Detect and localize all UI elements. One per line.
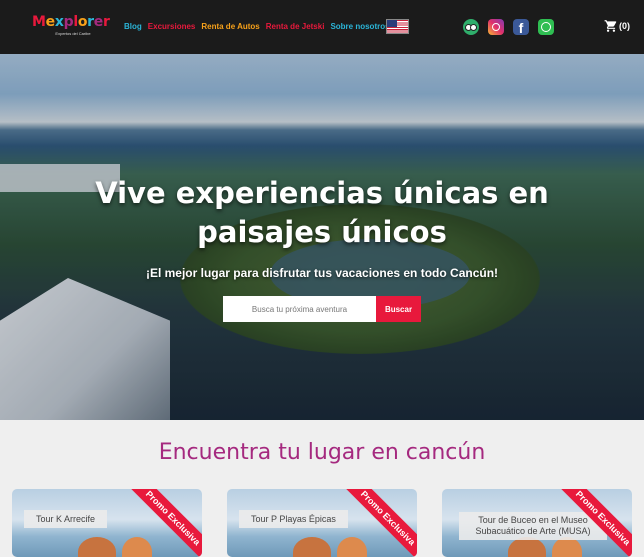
shopping-cart-icon	[604, 20, 617, 32]
nav-link-renta-jetski[interactable]: Renta de Jetski	[266, 22, 325, 31]
nav-link-sobre-nosotros[interactable]: Sobre nosotros	[330, 22, 389, 31]
search-input[interactable]	[223, 296, 376, 322]
tour-card[interactable]: Tour P Playas Épicas Promo Exclusiva	[227, 489, 417, 557]
main-nav: Blog Excursiones Renta de Autos Renta de…	[124, 22, 390, 31]
tour-card[interactable]: Tour de Buceo en el Museo Subacuático de…	[442, 489, 632, 557]
search-button[interactable]: Buscar	[376, 296, 421, 322]
whatsapp-icon[interactable]	[538, 19, 554, 35]
nav-link-excursiones[interactable]: Excursiones	[148, 22, 196, 31]
brand-logo[interactable]: Mexplorer Expertos del Caribe	[32, 14, 110, 40]
cart-count: (0)	[619, 21, 630, 31]
cart-button[interactable]: (0)	[604, 19, 630, 33]
tour-card[interactable]: Tour K Arrecife Promo Exclusiva	[12, 489, 202, 557]
brand-tagline: Expertos del Caribe	[55, 31, 91, 36]
tripadvisor-icon[interactable]	[463, 19, 479, 35]
nav-link-renta-autos[interactable]: Renta de Autos	[201, 22, 259, 31]
tour-card-title: Tour P Playas Épicas	[239, 510, 348, 528]
section-title: Encuentra tu lugar en cancún	[158, 440, 486, 465]
us-flag-icon[interactable]	[386, 19, 409, 34]
hero-title: Vive experiencias únicas en paisajes úni…	[95, 176, 549, 249]
hero-subtitle: ¡El mejor lugar para disfrutar tus vacac…	[145, 266, 499, 280]
hero-banner: Vive experiencias únicas en paisajes úni…	[0, 54, 644, 420]
nav-link-blog[interactable]: Blog	[124, 22, 142, 31]
brand-name: Mexplorer	[32, 14, 110, 30]
tour-card-title: Tour de Buceo en el Museo Subacuático de…	[459, 512, 607, 540]
top-navbar: Mexplorer Expertos del Caribe Blog Excur…	[0, 0, 644, 54]
facebook-icon[interactable]: f	[513, 19, 529, 36]
tour-card-title: Tour K Arrecife	[24, 510, 108, 528]
instagram-icon[interactable]	[488, 19, 504, 35]
